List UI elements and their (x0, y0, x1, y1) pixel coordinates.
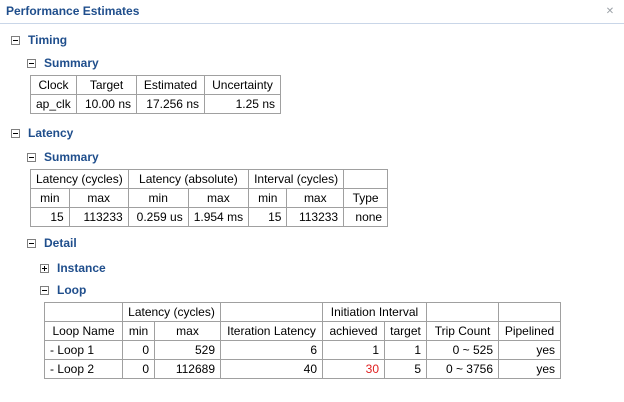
timing-summary-label: Summary (44, 56, 99, 70)
empty-header (426, 302, 499, 322)
group-header: Initiation Interval (322, 302, 427, 322)
close-icon[interactable]: ✕ (604, 6, 616, 18)
estimated-cell: 17.256 ns (136, 94, 205, 114)
collapse-icon[interactable] (27, 238, 36, 248)
empty-header (44, 302, 123, 322)
collapse-icon[interactable] (11, 35, 20, 45)
group-header: Latency (cycles) (122, 302, 221, 322)
latency-label: Latency (28, 126, 74, 140)
loop-name-cell: - Loop 2 (44, 359, 123, 379)
header-cell: min (127, 188, 189, 208)
value-cell: 6 (220, 340, 323, 360)
latency-summary-section[interactable]: Summary (27, 150, 99, 164)
panel-header: Performance Estimates ✕ (0, 0, 624, 24)
detail-section[interactable]: Detail (27, 236, 77, 250)
table-row: - Loop 1 0 529 6 1 1 0 ~ 525 yes (44, 340, 561, 360)
target-cell: 10.00 ns (76, 94, 137, 114)
value-cell: yes (498, 340, 561, 360)
group-header: Interval (cycles) (248, 169, 345, 189)
value-cell: 113233 (286, 207, 345, 227)
header-cell: Clock (30, 75, 77, 95)
header-cell: Target (76, 75, 137, 95)
instance-label: Instance (57, 261, 106, 275)
empty-header (498, 302, 561, 322)
header-cell: Estimated (136, 75, 205, 95)
collapse-icon[interactable] (27, 58, 36, 68)
empty-header (220, 302, 323, 322)
value-cell: 5 (384, 359, 427, 379)
achieved-violation-cell: 30 (322, 359, 385, 379)
uncertainty-cell: 1.25 ns (204, 94, 281, 114)
header-cell: Iteration Latency (220, 321, 323, 341)
value-cell: 0 (122, 359, 155, 379)
loop-table: Latency (cycles) Initiation Interval Loo… (44, 302, 561, 379)
clock-cell: ap_clk (30, 94, 77, 114)
header-cell: max (68, 188, 129, 208)
header-cell: max (154, 321, 221, 341)
header-cell: Trip Count (426, 321, 499, 341)
latency-table: Latency (cycles) Latency (absolute) Inte… (30, 169, 389, 227)
collapse-icon[interactable] (40, 285, 49, 295)
value-cell: 112689 (154, 359, 221, 379)
header-cell: Type (343, 188, 389, 208)
table-row: ap_clk 10.00 ns 17.256 ns 1.25 ns (30, 94, 281, 114)
timing-table: Clock Target Estimated Uncertainty ap_cl… (30, 75, 281, 114)
value-cell: 0 (122, 340, 155, 360)
value-cell: 529 (154, 340, 221, 360)
table-row: 15 113233 0.259 us 1.954 ms 15 113233 no… (30, 207, 389, 227)
header-cell: Loop Name (44, 321, 123, 341)
header-cell: max (187, 188, 250, 208)
table-row: - Loop 2 0 112689 40 30 5 0 ~ 3756 yes (44, 359, 561, 379)
panel-title: Performance Estimates (6, 4, 140, 18)
collapse-icon[interactable] (11, 128, 20, 138)
header-cell: achieved (322, 321, 385, 341)
value-cell: 1.954 ms (187, 207, 250, 227)
value-cell: 15 (248, 207, 288, 227)
header-cell: min (122, 321, 155, 341)
header-cell: target (384, 321, 427, 341)
value-cell: 113233 (68, 207, 129, 227)
value-cell: 40 (220, 359, 323, 379)
header-cell: Uncertainty (204, 75, 281, 95)
detail-label: Detail (44, 236, 77, 250)
loop-label: Loop (57, 283, 87, 297)
instance-section[interactable]: Instance (40, 261, 106, 275)
timing-section[interactable]: Timing (11, 33, 67, 47)
value-cell: 1 (384, 340, 427, 360)
value-cell: 1 (322, 340, 385, 360)
group-header: Latency (cycles) (30, 169, 129, 189)
value-cell: 0.259 us (127, 207, 189, 227)
timing-label: Timing (28, 33, 68, 47)
loop-name-cell: - Loop 1 (44, 340, 123, 360)
group-header: Latency (absolute) (127, 169, 250, 189)
header-cell: max (286, 188, 345, 208)
timing-summary-section[interactable]: Summary (27, 56, 99, 70)
header-cell: min (248, 188, 288, 208)
header-cell: min (30, 188, 70, 208)
header-cell: Pipelined (498, 321, 561, 341)
value-cell: none (343, 207, 389, 227)
value-cell: 0 ~ 525 (426, 340, 499, 360)
value-cell: 15 (30, 207, 70, 227)
loop-section[interactable]: Loop (40, 283, 86, 297)
latency-summary-label: Summary (44, 150, 99, 164)
empty-header (343, 169, 389, 189)
value-cell: 0 ~ 3756 (426, 359, 499, 379)
value-cell: yes (498, 359, 561, 379)
expand-icon[interactable] (40, 263, 49, 273)
collapse-icon[interactable] (27, 152, 36, 162)
latency-section[interactable]: Latency (11, 126, 73, 140)
